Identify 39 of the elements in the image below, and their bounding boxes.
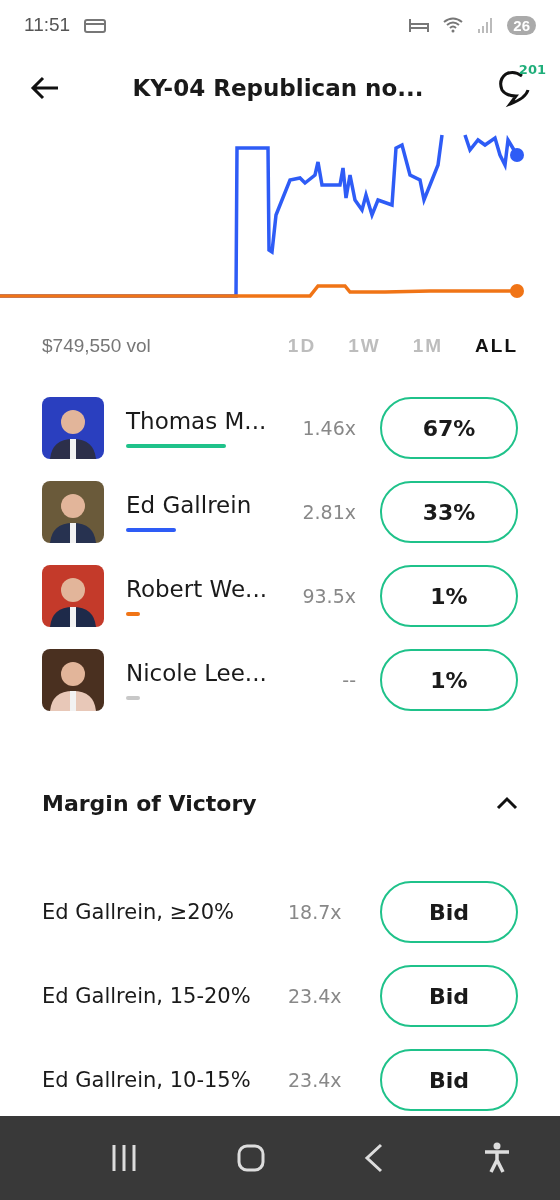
candidate-name: Nicole Lee... [126,660,268,686]
bid-button[interactable]: Bid [380,881,518,943]
outcome-label: Ed Gallrein, ≥20% [42,900,235,924]
status-time: 11:51 [24,14,71,36]
card-icon [84,17,107,33]
outcome-label: Ed Gallrein, 10-15% [42,1068,252,1092]
bed-icon [409,17,430,33]
payout-multiplier: 1.46x [301,417,356,439]
price-button[interactable]: 1% [380,565,518,627]
chevron-icon[interactable] [496,796,518,810]
end-dot [510,148,524,162]
candidate-name: Thomas M... [126,408,268,434]
volume-text: $749,550 vol [42,335,152,357]
candidate-name: Ed Gallrein [126,492,253,518]
battery-level: 26 [507,15,536,35]
section-title: Margin of Victory [42,790,257,816]
market-title: KY-04 Republican no... [131,75,425,101]
payout-multiplier: 23.4x [288,985,342,1007]
bid-button[interactable]: Bid [380,965,518,1027]
back-icon[interactable] [30,76,60,100]
payout-multiplier: 23.4x [288,1069,342,1091]
payout-multiplier: 93.5x [301,585,356,607]
payout-multiplier: 18.7x [288,901,342,923]
bid-button[interactable]: Bid [380,1049,518,1111]
price-button[interactable]: 1% [380,649,518,711]
comment-count: 201 [518,62,546,77]
accessibility-icon[interactable] [482,1142,511,1174]
payout-multiplier: 2.81x [301,501,356,523]
back-icon[interactable] [363,1143,384,1173]
payout-multiplier: -- [341,669,356,691]
candidate-name: Robert We... [126,576,269,602]
price-button[interactable]: 67% [380,397,518,459]
outcome-label: Ed Gallrein, 15-20% [42,984,252,1008]
wifi-icon [443,17,464,33]
price-button[interactable]: 33% [380,481,518,543]
home-icon[interactable] [236,1143,265,1173]
end-dot [510,284,524,298]
signal-icon [477,17,494,33]
timeframe-tab[interactable]: ALL [475,335,518,357]
